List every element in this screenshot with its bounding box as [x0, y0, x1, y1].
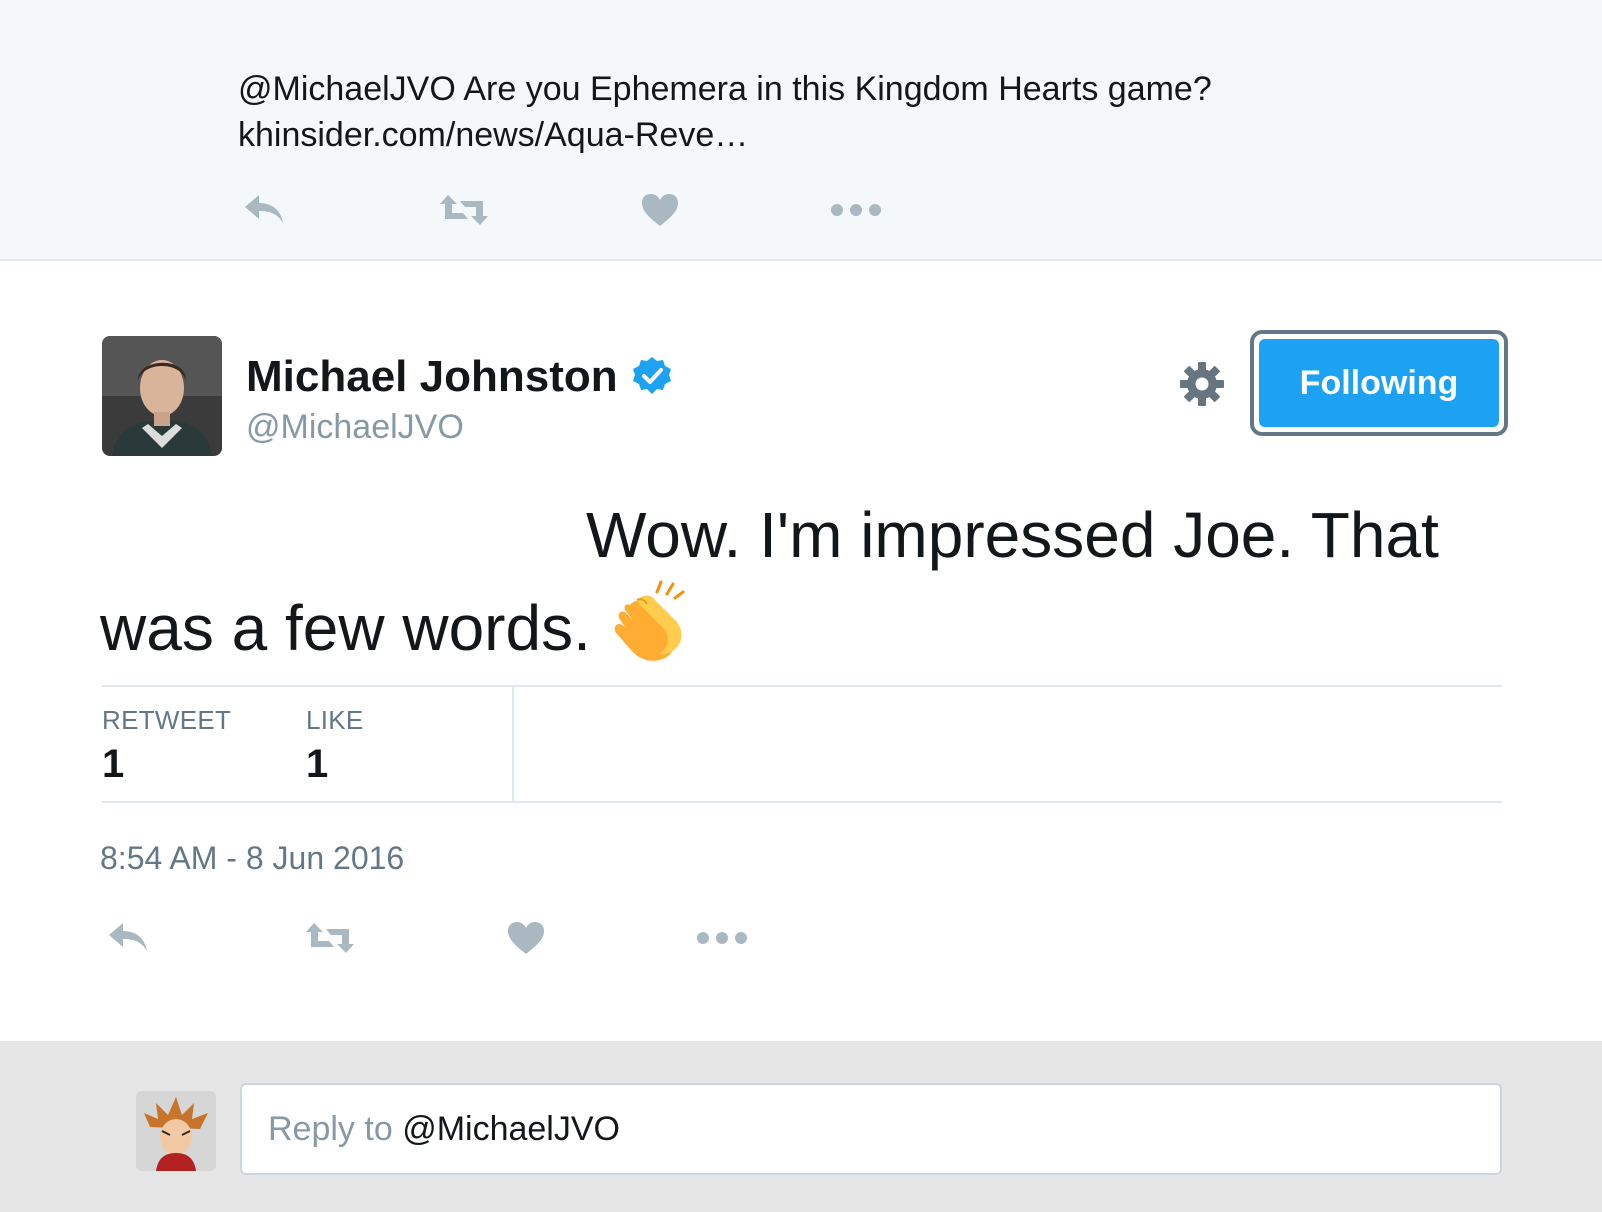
like-count: 1 — [306, 742, 329, 786]
more-icon[interactable] — [694, 918, 750, 958]
retweet-count: 1 — [102, 742, 125, 786]
retweet-icon[interactable] — [302, 918, 358, 958]
reply-placeholder: Reply to — [268, 1109, 403, 1148]
tweet-text-line: Wow. I'm impressed Joe. That — [586, 499, 1439, 571]
parent-tweet-text-line: @MichaelJVO Are you Ephemera in this Kin… — [238, 70, 1212, 108]
tweet-text-line: was a few words. — [100, 578, 1500, 671]
tweet-stats: RETWEET 1 LIKE 1 — [102, 685, 1502, 803]
tweet-actions — [100, 918, 780, 958]
clapping-hands-icon — [614, 580, 685, 661]
reply-area: Reply to @MichaelJVO — [0, 1041, 1602, 1212]
gear-icon[interactable] — [1178, 360, 1226, 408]
like-stat-label: LIKE — [306, 705, 364, 735]
heart-icon[interactable] — [632, 190, 688, 230]
author-display-name[interactable]: Michael Johnston — [246, 352, 618, 402]
parent-tweet-actions — [236, 190, 916, 230]
like-stat[interactable]: LIKE 1 — [306, 705, 364, 787]
parent-tweet-text: @MichaelJVO Are you Ephemera in this Kin… — [238, 66, 1438, 158]
current-user-avatar — [136, 1091, 216, 1171]
reply-mention: @MichaelJVO — [402, 1109, 620, 1148]
tweet-permalink-dialog: @MichaelJVO Are you Ephemera in this Kin… — [0, 0, 1602, 1212]
verified-badge-icon — [633, 357, 671, 394]
more-icon[interactable] — [828, 190, 884, 230]
tweet-timestamp[interactable]: 8:54 AM - 8 Jun 2016 — [100, 840, 404, 877]
reply-icon[interactable] — [236, 190, 292, 230]
following-button[interactable]: Following — [1259, 339, 1499, 427]
reply-input[interactable]: Reply to @MichaelJVO — [240, 1083, 1502, 1175]
reply-icon[interactable] — [100, 918, 156, 958]
author-handle[interactable]: @MichaelJVO — [246, 408, 464, 447]
retweet-stat-label: RETWEET — [102, 705, 232, 735]
author-avatar[interactable] — [102, 336, 222, 456]
following-button-focus-ring: Following — [1250, 330, 1508, 436]
retweet-icon[interactable] — [436, 190, 492, 230]
stats-divider — [512, 687, 514, 803]
heart-icon[interactable] — [498, 918, 554, 958]
parent-tweet-link[interactable]: khinsider.com/news/Aqua-Reve… — [238, 112, 1438, 158]
retweet-stat[interactable]: RETWEET 1 — [102, 705, 231, 787]
tweet-text: Wow. I'm impressed Joe. That was a few w… — [100, 492, 1500, 671]
tweet-text-fragment: was a few words. — [100, 592, 591, 664]
parent-tweet[interactable]: @MichaelJVO Are you Ephemera in this Kin… — [0, 0, 1602, 261]
